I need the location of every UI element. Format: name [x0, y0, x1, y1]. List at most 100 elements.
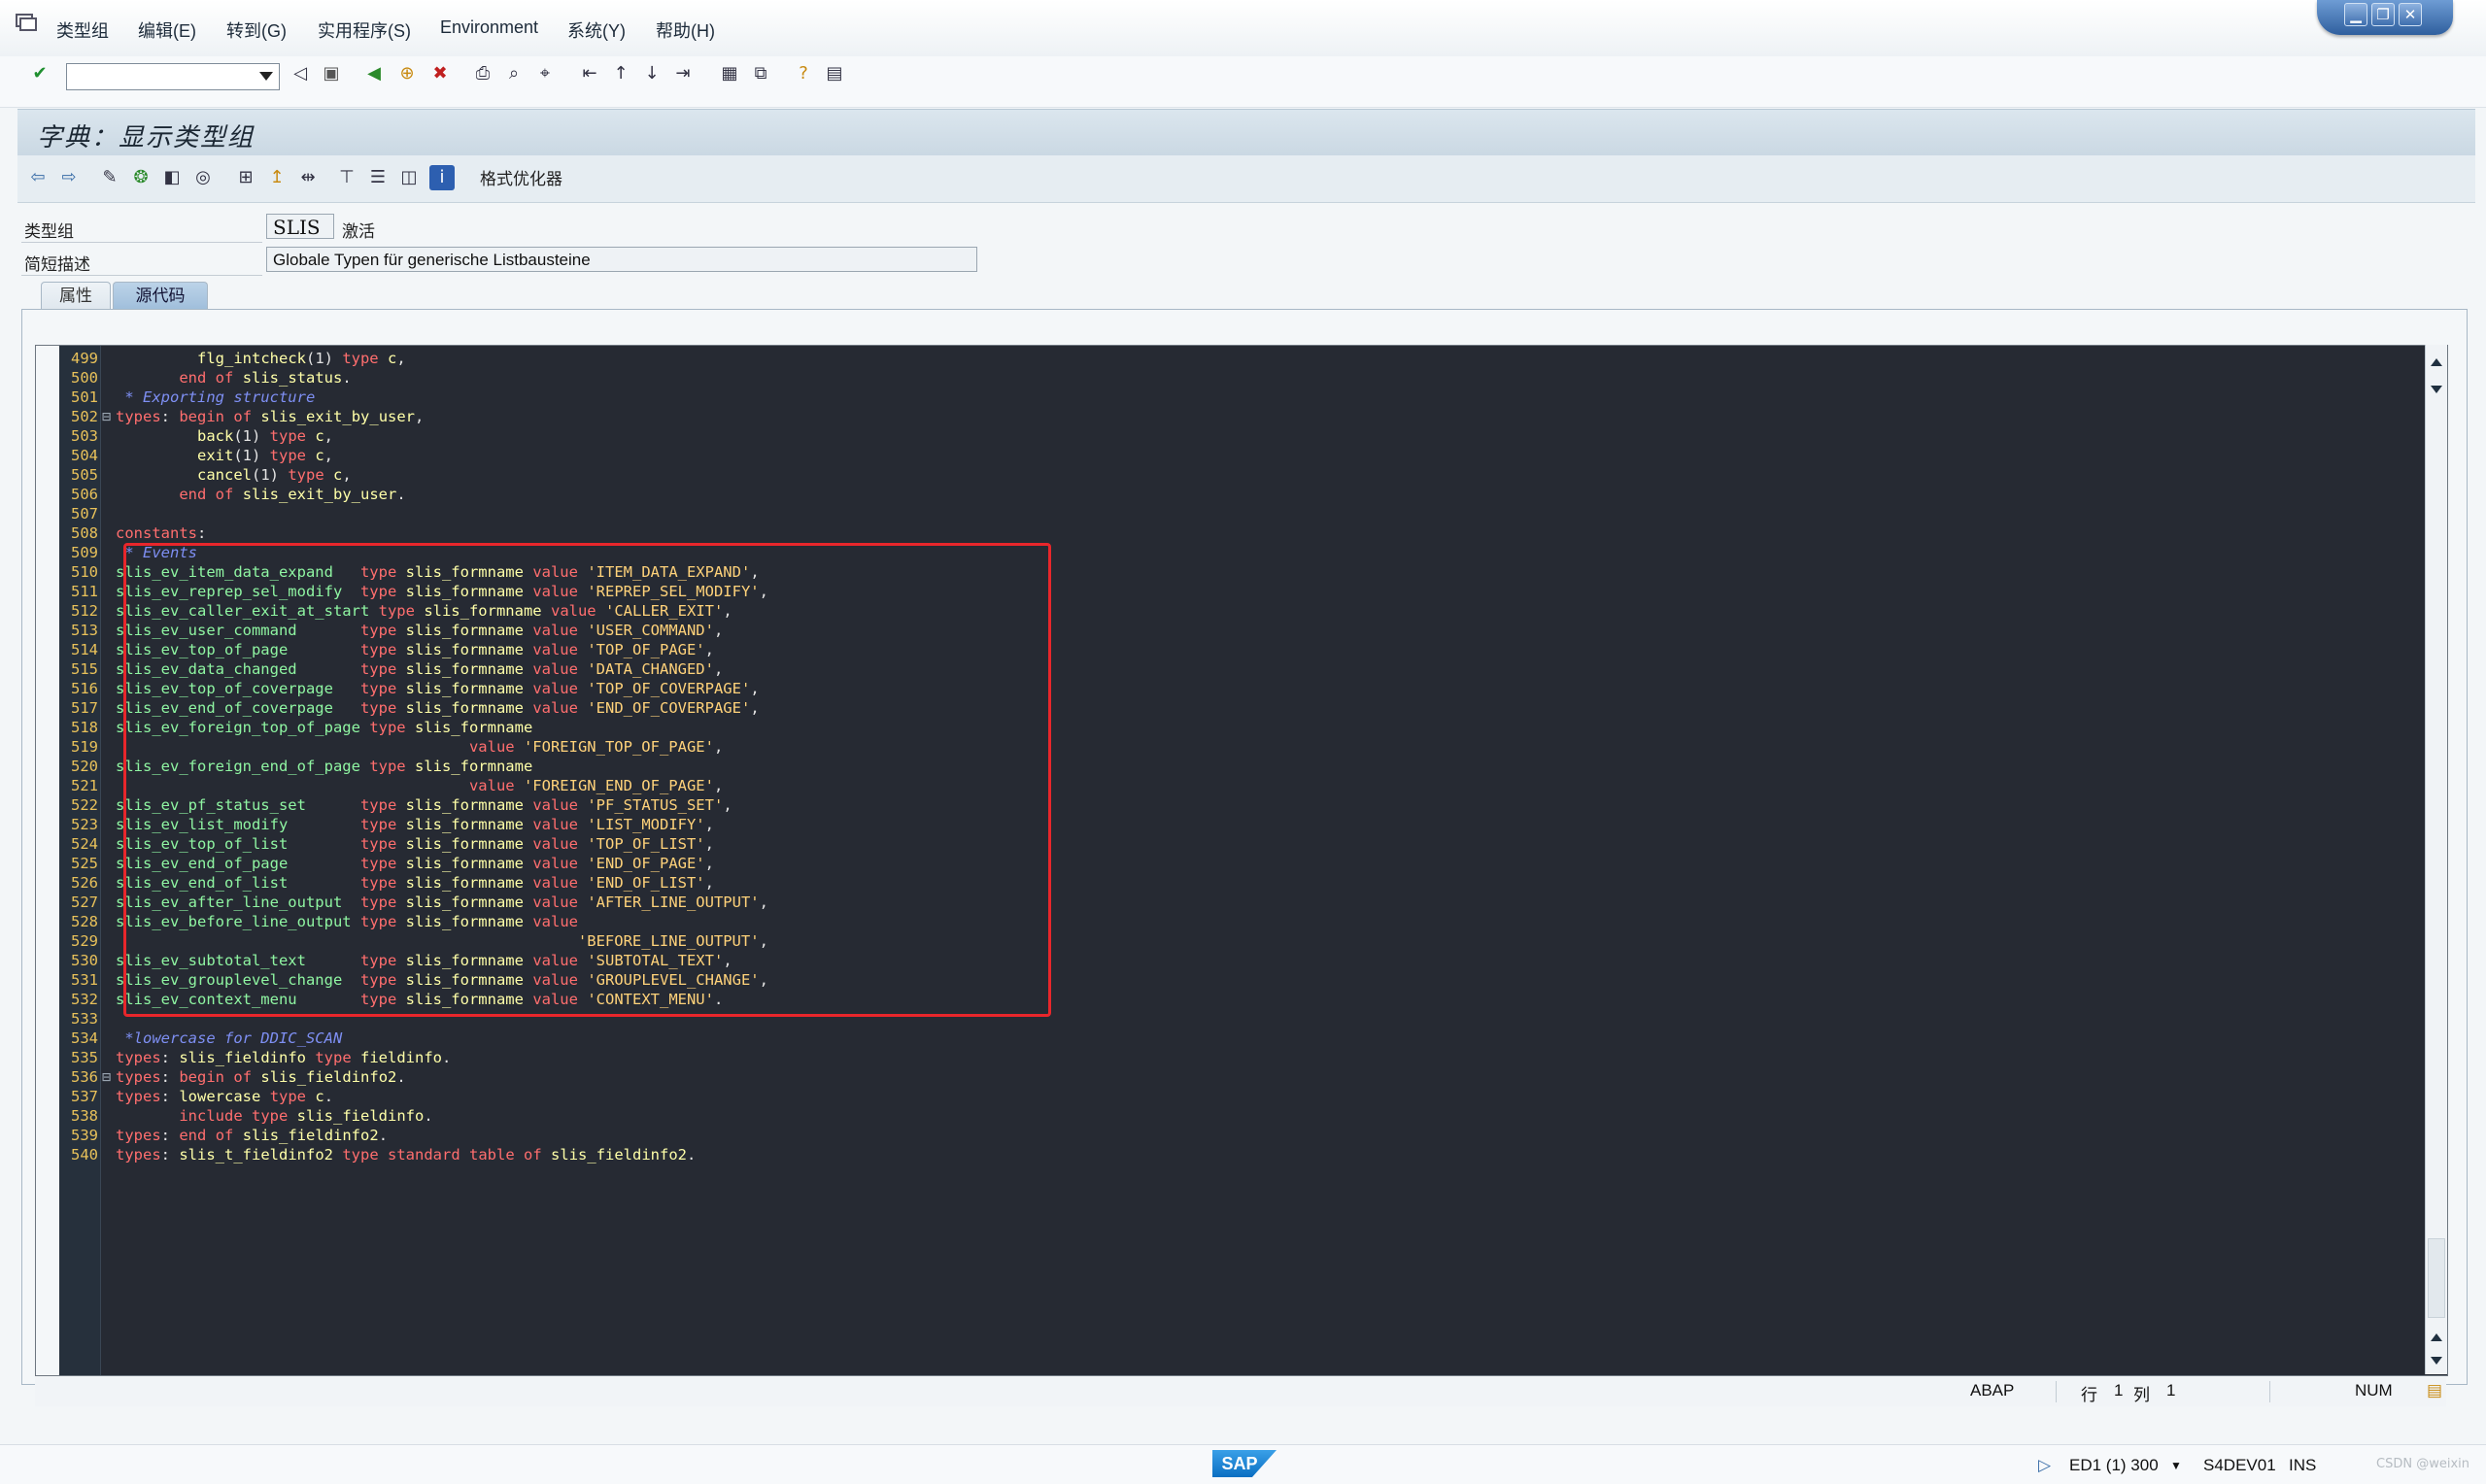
back-triangle-icon[interactable]: ◁	[288, 61, 313, 86]
minimize-icon[interactable]: ▁	[2344, 3, 2367, 26]
page-down-icon[interactable]	[2431, 386, 2442, 393]
print-icon[interactable]: ⎙	[470, 61, 495, 86]
line-number: 503	[71, 427, 98, 445]
column-value: 1	[2166, 1381, 2176, 1400]
menu-item-type-group[interactable]: 类型组	[56, 17, 109, 43]
split-screen-icon[interactable]: ◫	[396, 165, 422, 190]
code-line[interactable]: 506 end of slis_exit_by_user.	[59, 485, 768, 504]
code-line[interactable]: 534 *lowercase for DDIC_SCAN	[59, 1029, 768, 1048]
back-icon[interactable]: ◀	[361, 61, 387, 86]
line-number: 512	[71, 602, 98, 620]
code-line[interactable]: 500 end of slis_status.	[59, 368, 768, 388]
code-text: include type slis_fieldinfo.	[179, 1107, 433, 1125]
menu-item-environment[interactable]: Environment	[440, 17, 538, 38]
last-page-icon[interactable]: ⇥	[670, 61, 696, 86]
line-number: 502	[71, 408, 98, 425]
line-number: 528	[71, 913, 98, 930]
shortcut-icon[interactable]: ⧉	[748, 61, 773, 86]
code-line[interactable]: 503 back(1) type c,	[59, 426, 768, 446]
command-field[interactable]	[66, 63, 280, 90]
menu-item-edit[interactable]: 编辑(E)	[138, 17, 196, 43]
line-number: 511	[71, 583, 98, 600]
check-icon[interactable]: ◧	[159, 165, 185, 190]
find-next-icon[interactable]: ⌖	[532, 61, 558, 86]
other-object-icon[interactable]: ❂	[128, 165, 153, 190]
fold-toggle-icon[interactable]: ⊟	[102, 407, 116, 426]
previous-page-icon[interactable]: ↑	[608, 61, 633, 86]
menu-item-system[interactable]: 系统(Y)	[567, 17, 626, 43]
code-line[interactable]: 505 cancel(1) type c,	[59, 465, 768, 485]
restore-icon[interactable]: ❐	[2371, 3, 2395, 26]
code-line[interactable]: 536 ⊟ types: begin of slis_fieldinfo2.	[59, 1067, 768, 1087]
forward-arrow-icon[interactable]: ⇨	[56, 165, 82, 190]
fold-toggle-icon[interactable]: ⊟	[102, 1067, 116, 1087]
code-text: cancel(1) type c,	[197, 466, 352, 484]
cancel-icon[interactable]: ✖	[427, 61, 453, 86]
line-number: 521	[71, 777, 98, 794]
code-text: flg_intcheck(1) type c,	[197, 350, 406, 367]
activate-icon[interactable]: ◎	[190, 165, 216, 190]
code-line[interactable]: 499 flg_intcheck(1) type c,	[59, 349, 768, 368]
scroll-down-icon[interactable]	[2431, 1357, 2442, 1365]
help-icon[interactable]: ?	[791, 61, 816, 86]
new-session-icon[interactable]: ▦	[717, 61, 742, 86]
line-number: 534	[71, 1029, 98, 1047]
type-group-field[interactable]: SLIS	[266, 214, 334, 239]
system-info[interactable]: ED1 (1) 300	[2069, 1456, 2159, 1475]
code-line[interactable]: 537 types: lowercase type c.	[59, 1087, 768, 1106]
row-value: 1	[2114, 1381, 2124, 1400]
exit-icon[interactable]: ⊕	[394, 61, 420, 86]
line-number: 523	[71, 816, 98, 833]
divider	[21, 275, 262, 276]
menu-item-utilities[interactable]: 实用程序(S)	[318, 17, 411, 43]
code-line[interactable]: 539 types: end of slis_fieldinfo2.	[59, 1126, 768, 1145]
menu-icon[interactable]	[16, 14, 37, 31]
navigation-window-icon[interactable]: ⇹	[295, 165, 321, 190]
code-text: end of slis_exit_by_user.	[179, 486, 406, 503]
short-description-field[interactable]: Globale Typen für generische Listbaustei…	[266, 247, 977, 272]
code-text: types: slis_fieldinfo type fieldinfo.	[116, 1049, 452, 1066]
code-line[interactable]: 538 include type slis_fieldinfo.	[59, 1106, 768, 1126]
code-line[interactable]: 502 ⊟ types: begin of slis_exit_by_user,	[59, 407, 768, 426]
code-line[interactable]: 540 types: slis_t_fieldinfo2 type standar…	[59, 1145, 768, 1164]
code-line[interactable]: 504 exit(1) type c,	[59, 446, 768, 465]
code-line[interactable]: 535 types: slis_fieldinfo type fieldinfo.	[59, 1048, 768, 1067]
chevron-down-icon[interactable]: ▼	[2170, 1459, 2182, 1472]
display-change-icon[interactable]: ✎	[97, 165, 122, 190]
chevron-down-icon[interactable]	[259, 72, 273, 81]
play-icon[interactable]: ▷	[2038, 1456, 2051, 1475]
title-bar: 字典：显示类型组	[17, 109, 2475, 156]
line-number: 535	[71, 1049, 98, 1066]
hierarchy-icon[interactable]: ⊤	[334, 165, 359, 190]
line-number: 539	[71, 1127, 98, 1144]
scroll-up-icon[interactable]	[2431, 358, 2442, 366]
tab-source-code[interactable]: 源代码	[113, 282, 208, 310]
find-icon[interactable]: ⌕	[501, 61, 527, 86]
tab-attributes[interactable]: 属性	[41, 282, 111, 310]
info-icon[interactable]: i	[429, 165, 455, 190]
save-icon[interactable]: ▣	[319, 61, 344, 86]
where-used-icon[interactable]: ⊞	[233, 165, 258, 190]
back-arrow-icon[interactable]: ⇦	[25, 165, 51, 190]
menu-item-help[interactable]: 帮助(H)	[656, 17, 715, 43]
application-toolbar: ⇦ ⇨ ✎ ❂ ◧ ◎ ⊞ ↥ ⇹ ⊤ ☰ ◫ i 格式优化器	[17, 155, 2475, 203]
scrollbar-thumb[interactable]	[2428, 1238, 2445, 1318]
page-up-icon[interactable]	[2431, 1333, 2442, 1341]
close-icon[interactable]: ✕	[2399, 3, 2422, 26]
layout-menu-icon[interactable]: ▤	[822, 61, 847, 86]
line-number: 537	[71, 1088, 98, 1105]
enter-check-icon[interactable]: ✔	[27, 61, 52, 86]
next-page-icon[interactable]: ↓	[639, 61, 664, 86]
menu-item-goto[interactable]: 转到(G)	[226, 17, 287, 43]
insert-mode[interactable]: INS	[2289, 1456, 2316, 1475]
code-line[interactable]: 507	[59, 504, 768, 523]
stack-icon[interactable]: ☰	[365, 165, 391, 190]
short-description-label: 简短描述	[24, 255, 90, 274]
code-line[interactable]: 508 constants:	[59, 523, 768, 543]
notes-icon[interactable]: ▤	[2427, 1381, 2442, 1400]
pretty-printer-button[interactable]: 格式优化器	[480, 165, 562, 189]
vertical-scrollbar[interactable]	[2425, 345, 2447, 1374]
object-list-icon[interactable]: ↥	[264, 165, 289, 190]
first-page-icon[interactable]: ⇤	[577, 61, 602, 86]
code-line[interactable]: 501 * Exporting structure	[59, 388, 768, 407]
